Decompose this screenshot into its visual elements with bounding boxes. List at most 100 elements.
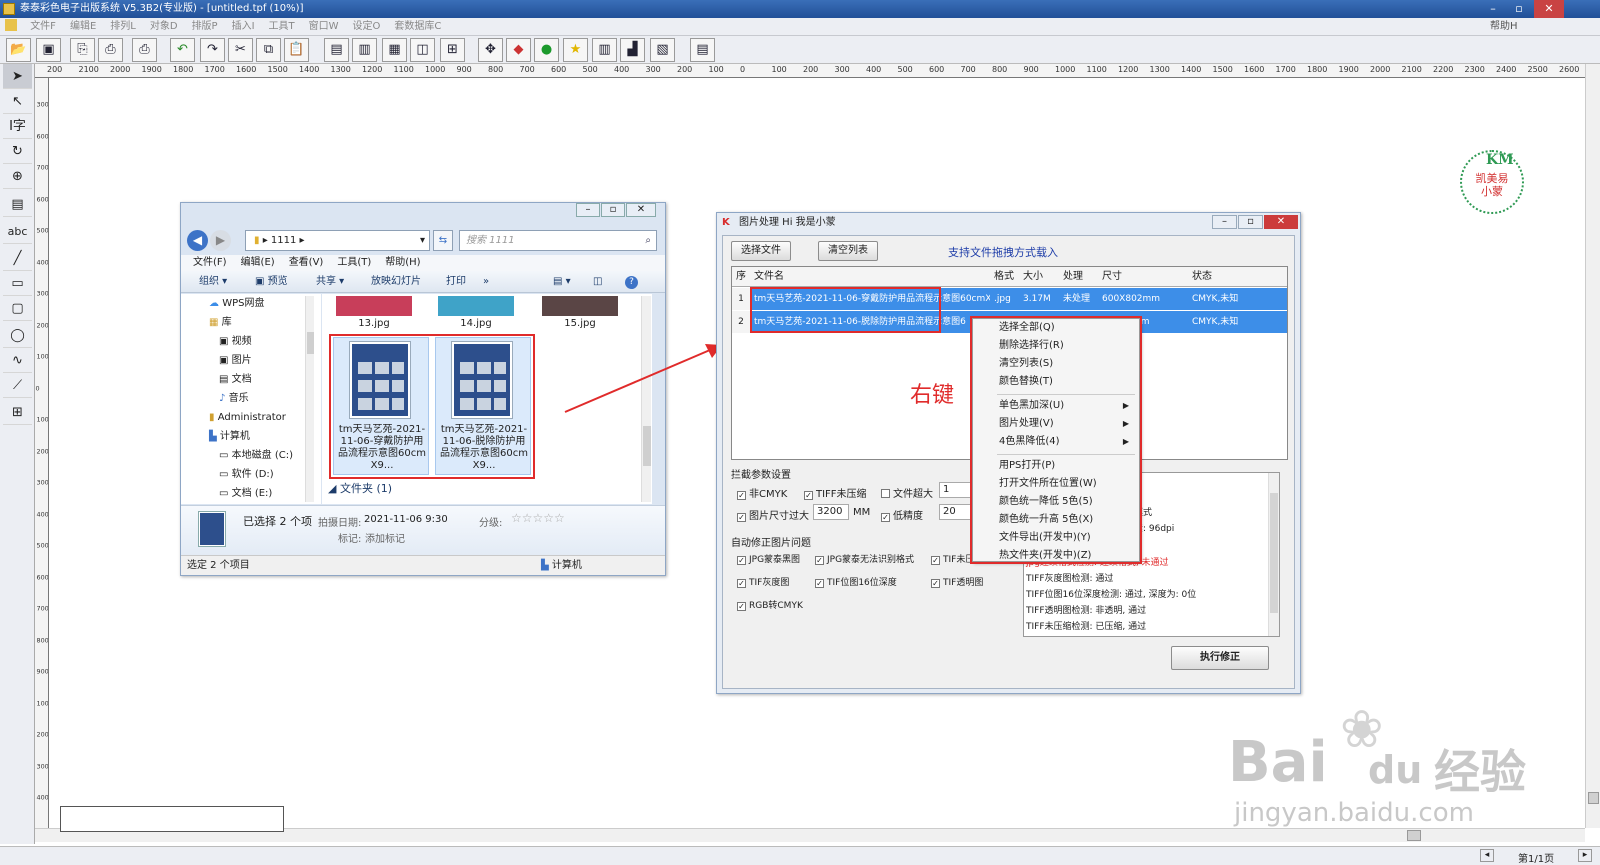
print-icon[interactable]: ⎙ bbox=[132, 38, 157, 62]
text-tool-icon[interactable]: I字 bbox=[3, 114, 32, 139]
forward-button[interactable]: ▶ bbox=[210, 230, 231, 251]
tree-music[interactable]: ♪ 音乐 bbox=[181, 389, 321, 408]
move-icon[interactable]: ✥ bbox=[478, 38, 503, 62]
table-icon[interactable]: ⊞ bbox=[440, 38, 465, 62]
dialog-maximize-icon[interactable]: ▫ bbox=[1238, 215, 1263, 229]
file-15-thumb[interactable] bbox=[542, 296, 618, 316]
tree-videos[interactable]: ▣ 视频 bbox=[181, 332, 321, 351]
select-arrow-icon[interactable]: ➤ bbox=[3, 64, 32, 89]
explorer-search-input[interactable]: 搜索 1111 ⌕ bbox=[459, 230, 657, 251]
lowres-input[interactable]: 20 bbox=[939, 504, 971, 520]
import-icon[interactable]: ⎘ bbox=[70, 38, 95, 62]
explorer-menu-edit[interactable]: 编辑(E) bbox=[241, 257, 275, 268]
folder-group-header[interactable]: ◢ 文件夹 (1) bbox=[328, 480, 392, 496]
barcode-icon[interactable]: ▥ bbox=[592, 38, 617, 62]
redo-icon[interactable]: ↷ bbox=[200, 38, 225, 62]
file-13-thumb[interactable] bbox=[336, 296, 412, 316]
abc-text-icon[interactable]: abc bbox=[3, 219, 32, 244]
explorer-minimize-icon[interactable]: – bbox=[576, 203, 600, 217]
menu-arrange[interactable]: 排列L bbox=[103, 18, 143, 36]
print-button[interactable]: 打印 bbox=[446, 271, 466, 293]
auto-tif-gray-checkbox[interactable]: ✓ TIF灰度图 bbox=[737, 575, 789, 588]
node-select-icon[interactable]: ↖ bbox=[3, 89, 32, 114]
star-icon[interactable]: ★ bbox=[563, 38, 588, 62]
col-size[interactable]: 大小 bbox=[1023, 267, 1043, 287]
search-icon[interactable]: ⌕ bbox=[645, 231, 651, 250]
tree-computer[interactable]: ▙ 计算机 bbox=[181, 427, 321, 446]
tree-pictures[interactable]: ▣ 图片 bbox=[181, 351, 321, 370]
scrollbar-thumb[interactable] bbox=[1588, 792, 1599, 804]
param-imgsize-checkbox[interactable]: ✓ 图片尺寸过大 bbox=[737, 507, 809, 522]
tree-library[interactable]: ▦ 库 bbox=[181, 313, 321, 332]
preview-button[interactable]: ▣ 预览 bbox=[255, 271, 288, 293]
log-scrollbar[interactable] bbox=[1268, 473, 1279, 636]
explorer-menu-help[interactable]: 帮助(H) bbox=[385, 257, 420, 268]
palette-icon[interactable]: ● bbox=[534, 38, 559, 62]
imgsize-input[interactable]: 3200 bbox=[813, 504, 849, 520]
cut-icon[interactable]: ✂ bbox=[228, 38, 253, 62]
log-scrollbar-thumb[interactable] bbox=[1270, 493, 1278, 613]
file-14-thumb[interactable] bbox=[438, 296, 514, 316]
tree-administrator[interactable]: ▮ Administrator bbox=[181, 408, 321, 427]
picture-process-icon[interactable]: ▤ bbox=[690, 38, 715, 62]
address-bar[interactable]: ▮ ▸ 1111 ▸ ▾ bbox=[245, 230, 430, 251]
menu-settings[interactable]: 设定O bbox=[346, 18, 388, 36]
auto-tif-16bit-checkbox[interactable]: ✓ TIF位图16位深度 bbox=[815, 575, 897, 588]
address-dropdown-icon[interactable]: ▾ bbox=[420, 231, 425, 250]
filesize-input[interactable]: 1 bbox=[939, 482, 971, 498]
menu-insert[interactable]: 插入I bbox=[225, 18, 262, 36]
col-format[interactable]: 格式 bbox=[994, 267, 1014, 287]
tree-drive-e[interactable]: ▭ 文档 (E:) bbox=[181, 484, 321, 503]
organize-button[interactable]: 组织 ▾ bbox=[199, 271, 227, 293]
auto-tif-transparent-checkbox[interactable]: ✓ TIF透明图 bbox=[931, 575, 983, 588]
table-tool-icon[interactable]: ⊞ bbox=[3, 400, 32, 425]
page-prev-icon[interactable]: ◂ bbox=[1480, 849, 1494, 862]
maximize-icon[interactable]: ▫ bbox=[1508, 0, 1530, 18]
rotate-icon[interactable]: ↻ bbox=[3, 139, 32, 164]
ellipse-tool-icon[interactable]: ◯ bbox=[3, 323, 32, 348]
vertical-scrollbar[interactable] bbox=[1585, 64, 1600, 828]
file-scrollbar-thumb[interactable] bbox=[643, 426, 651, 466]
export-icon[interactable]: ⎙ bbox=[98, 38, 123, 62]
clear-list-button[interactable]: 清空列表 bbox=[818, 241, 878, 261]
curve-tool-icon[interactable]: ∿ bbox=[3, 348, 32, 373]
dialog-close-icon[interactable]: ✕ bbox=[1264, 215, 1298, 229]
menu-edit[interactable]: 编辑E bbox=[63, 18, 103, 36]
auto-rgb-cmyk-checkbox[interactable]: ✓ RGB转CMYK bbox=[737, 598, 803, 611]
col-name[interactable]: 文件名 bbox=[754, 267, 784, 287]
explorer-menu-file[interactable]: 文件(F) bbox=[193, 257, 227, 268]
page-next-icon[interactable]: ▸ bbox=[1578, 849, 1592, 862]
col-dim[interactable]: 尺寸 bbox=[1102, 267, 1122, 287]
paste-icon[interactable]: 📋 bbox=[284, 38, 309, 62]
menu-help[interactable]: 帮助H bbox=[1490, 18, 1518, 36]
col-process[interactable]: 处理 bbox=[1063, 267, 1083, 287]
menu-window[interactable]: 窗口W bbox=[302, 18, 346, 36]
zoom-icon[interactable]: ⊕ bbox=[3, 164, 32, 189]
tree-drive-c[interactable]: ▭ 本地磁盘 (C:) bbox=[181, 446, 321, 465]
col-no[interactable]: 序 bbox=[736, 267, 746, 287]
explorer-menu-view[interactable]: 查看(V) bbox=[289, 257, 324, 268]
explorer-menu-tools[interactable]: 工具(T) bbox=[337, 257, 371, 268]
slideshow-button[interactable]: 放映幻灯片 bbox=[371, 271, 421, 293]
select-file-button[interactable]: 选择文件 bbox=[731, 241, 791, 261]
more-button[interactable]: » bbox=[483, 271, 489, 293]
param-filesize-checkbox[interactable]: 文件超大 bbox=[881, 485, 933, 500]
tree-drive-d[interactable]: ▭ 软件 (D:) bbox=[181, 465, 321, 484]
save-icon[interactable]: ▣ bbox=[36, 38, 61, 62]
tree-documents[interactable]: ▤ 文档 bbox=[181, 370, 321, 389]
back-button[interactable]: ◀ bbox=[187, 230, 208, 251]
text-flow-icon[interactable]: ▥ bbox=[352, 38, 377, 62]
refresh-icon[interactable]: ⇆ bbox=[433, 230, 453, 251]
view-options-icon[interactable]: ▤ ▾ bbox=[553, 271, 571, 293]
execute-fix-button[interactable]: 执行修正 bbox=[1171, 646, 1269, 670]
pen-tool-icon[interactable]: ⟋ bbox=[3, 373, 32, 398]
layer-icon[interactable]: ◫ bbox=[410, 38, 435, 62]
open-icon[interactable]: 📂 bbox=[6, 38, 31, 62]
tree-wps[interactable]: ☁ WPS网盘 bbox=[181, 294, 321, 313]
rating-stars-icon[interactable]: ☆☆☆☆☆ bbox=[511, 511, 565, 525]
chart-icon[interactable]: ▟ bbox=[620, 38, 645, 62]
nav-scrollbar-thumb[interactable] bbox=[307, 332, 314, 354]
close-icon[interactable]: ✕ bbox=[1534, 0, 1564, 18]
undo-icon[interactable]: ↶ bbox=[170, 38, 195, 62]
col-state[interactable]: 状态 bbox=[1192, 267, 1212, 287]
